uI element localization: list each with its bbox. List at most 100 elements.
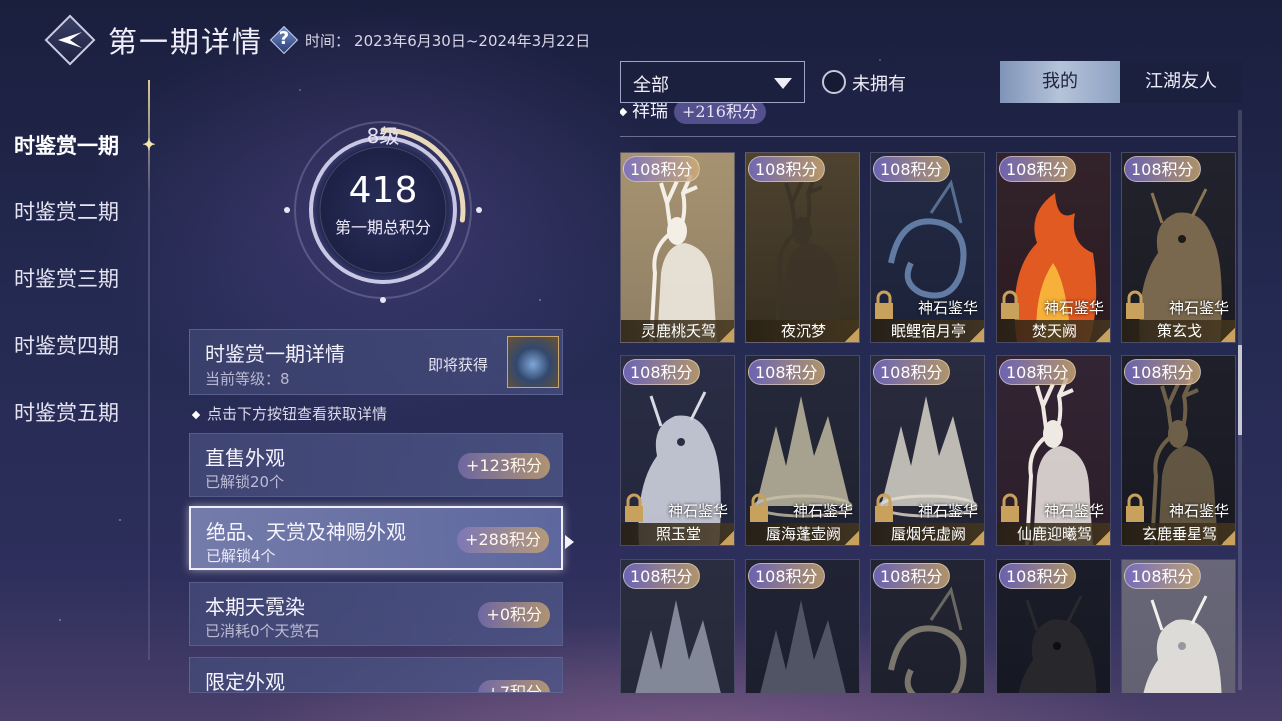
corner-ribbon-icon xyxy=(720,529,734,545)
item-points-badge: 108积分 xyxy=(873,359,950,385)
section-name: 祥瑞 xyxy=(632,103,668,122)
item-name-label: 照玉堂 xyxy=(655,525,701,543)
item-points-badge: 108积分 xyxy=(748,359,825,385)
upcoming-reward-thumbnail[interactable] xyxy=(507,336,559,388)
item-name: 玄鹿垂星驾 xyxy=(1122,523,1235,545)
item-name-label: 蜃海蓬壶阙 xyxy=(765,525,841,543)
corner-ribbon-icon xyxy=(1096,529,1110,545)
item-points-badge: 108积分 xyxy=(999,563,1076,589)
outfit-card[interactable]: 108积分 xyxy=(996,559,1111,693)
help-icon[interactable]: ? xyxy=(269,25,299,55)
nav-item-period-5[interactable]: 时鉴赏五期 xyxy=(0,380,170,447)
item-name: 夜沉梦 xyxy=(746,320,859,342)
item-name: 蜃烟凭虚阙 xyxy=(871,523,984,545)
page-title: 第一期详情 xyxy=(108,25,264,59)
period-detail-card[interactable]: 时鉴赏一期详情 当前等级：8 即将获得 xyxy=(189,329,563,395)
time-value: 2023年6月30日~2024年3月22日 xyxy=(354,31,591,50)
outfit-card[interactable]: 108积分 夜沉梦 xyxy=(745,152,860,343)
time-label: 时间： xyxy=(305,31,351,50)
corner-ribbon-icon xyxy=(1221,326,1235,342)
item-name-label: 仙鹿迎曦驾 xyxy=(1016,525,1092,543)
category-points-badge: +288积分 xyxy=(457,527,549,553)
item-points-badge: 108积分 xyxy=(623,359,700,385)
outfit-grid-panel: 祥瑞 +216积分 108积分 灵鹿桃夭驾 108积分 夜沉梦 108积分 神石鉴华 眠鲤… xyxy=(620,103,1242,693)
total-score-ring: 8级 418 第一期总积分 xyxy=(283,110,483,310)
scrollbar-thumb[interactable] xyxy=(1238,345,1242,435)
category-name: 绝品、天赏及神赐外观 xyxy=(206,520,406,544)
nav-item-period-4[interactable]: 时鉴赏四期 xyxy=(0,313,170,380)
category-name: 直售外观 xyxy=(205,446,285,470)
dropdown-caret-icon xyxy=(774,78,792,89)
outfit-card[interactable]: 108积分神石鉴华玄鹿垂星驾 xyxy=(1121,355,1236,546)
nav-item-label: 时鉴赏二期 xyxy=(14,200,119,224)
filter-dropdown[interactable]: 全部 xyxy=(620,61,805,103)
nav-item-label: 时鉴赏五期 xyxy=(14,401,119,425)
help-glyph: ? xyxy=(278,28,290,49)
grid-scrollbar[interactable] xyxy=(1238,110,1242,690)
item-points-badge: 108积分 xyxy=(1124,359,1201,385)
category-premium-outfits[interactable]: 绝品、天赏及神赐外观 已解锁4个 +288积分 xyxy=(189,506,563,570)
back-arrow-icon xyxy=(58,32,82,48)
hint-text: 点击下方按钮查看获取详情 xyxy=(191,403,387,424)
total-score: 418 xyxy=(348,170,418,211)
item-name: 焚天阙 xyxy=(997,320,1110,342)
outfit-card[interactable]: 108积分神石鉴华蜃海蓬壶阙 xyxy=(745,355,860,546)
nav-item-label: 时鉴赏一期 xyxy=(14,133,119,158)
item-points-badge: 108积分 xyxy=(623,563,700,589)
unowned-toggle[interactable] xyxy=(822,70,846,94)
corner-ribbon-icon xyxy=(970,326,984,342)
outfit-card[interactable]: 108积分 神石鉴华 策玄戈 xyxy=(1121,152,1236,343)
item-points-badge: 108积分 xyxy=(873,563,950,589)
active-sparkle-icon: ✦ xyxy=(142,135,156,154)
tab-mine[interactable]: 我的 xyxy=(1000,61,1120,103)
outfit-card[interactable]: 108积分 xyxy=(1121,559,1236,693)
item-points-badge: 108积分 xyxy=(999,359,1076,385)
item-points-badge: 108积分 xyxy=(623,156,700,182)
outfit-card[interactable]: 108积分神石鉴华仙鹿迎曦驾 xyxy=(996,355,1111,546)
lock-icon xyxy=(625,493,643,522)
nav-item-period-1[interactable]: 时鉴赏一期 ✦ xyxy=(0,112,170,179)
item-source-label: 神石鉴华 xyxy=(1168,502,1229,520)
item-source-label: 神石鉴华 xyxy=(792,502,853,520)
item-points-badge: 108积分 xyxy=(1124,156,1201,182)
item-source-label: 神石鉴华 xyxy=(1043,299,1104,317)
outfit-card[interactable]: 108积分 xyxy=(620,559,735,693)
category-points-badge: +123积分 xyxy=(458,453,550,479)
lock-icon xyxy=(750,493,768,522)
category-points-badge: +7积分 xyxy=(478,680,550,692)
section-points: +216积分 xyxy=(674,103,766,124)
outfit-card[interactable]: 108积分 神石鉴华 照玉堂 xyxy=(620,355,735,546)
category-limited[interactable]: 限定外观 +7积分 xyxy=(189,657,563,693)
outfit-card[interactable]: 108积分 神石鉴华 眠鲤宿月亭 xyxy=(870,152,985,343)
category-name: 限定外观 xyxy=(205,670,285,693)
item-points-badge: 108积分 xyxy=(748,563,825,589)
tab-friends[interactable]: 江湖友人 xyxy=(1120,61,1242,103)
outfit-card[interactable]: 108积分 xyxy=(745,559,860,693)
outfit-card[interactable]: 108积分 神石鉴华 焚天阙 xyxy=(996,152,1111,343)
total-score-caption: 第一期总积分 xyxy=(334,218,431,237)
category-direct-sale[interactable]: 直售外观 已解锁20个 +123积分 xyxy=(189,433,563,497)
nav-item-period-3[interactable]: 时鉴赏三期 xyxy=(0,246,170,313)
bullet-icon xyxy=(191,410,201,419)
nav-item-period-2[interactable]: 时鉴赏二期 xyxy=(0,179,170,246)
lock-icon xyxy=(875,493,893,522)
item-source-label: 神石鉴华 xyxy=(1043,502,1104,520)
section-divider xyxy=(620,136,1236,137)
outfit-card[interactable]: 108积分灵鹿桃夭驾 xyxy=(620,152,735,343)
category-sub: 已消耗0个天赏石 xyxy=(205,622,320,640)
outfit-card[interactable]: 108积分 xyxy=(870,559,985,693)
unowned-label: 未拥有 xyxy=(852,74,906,95)
nav-item-label: 时鉴赏三期 xyxy=(14,267,119,291)
header-bar: 第一期详情 ? 时间： 2023年6月30日~2024年3月22日 xyxy=(44,14,590,66)
item-points-badge: 108积分 xyxy=(1124,563,1201,589)
item-source-label: 神石鉴华 xyxy=(917,502,978,520)
category-dye[interactable]: 本期天霓染 已消耗0个天赏石 +0积分 xyxy=(189,582,563,646)
back-button[interactable] xyxy=(44,14,96,66)
level-label: 8级 xyxy=(366,124,400,148)
item-name-label: 灵鹿桃夭驾 xyxy=(640,322,716,340)
lock-icon xyxy=(1126,493,1144,522)
category-points-badge: +0积分 xyxy=(478,602,550,628)
outfit-card[interactable]: 108积分神石鉴华蜃烟凭虚阙 xyxy=(870,355,985,546)
lock-icon xyxy=(1001,290,1019,319)
corner-ribbon-icon xyxy=(720,326,734,342)
